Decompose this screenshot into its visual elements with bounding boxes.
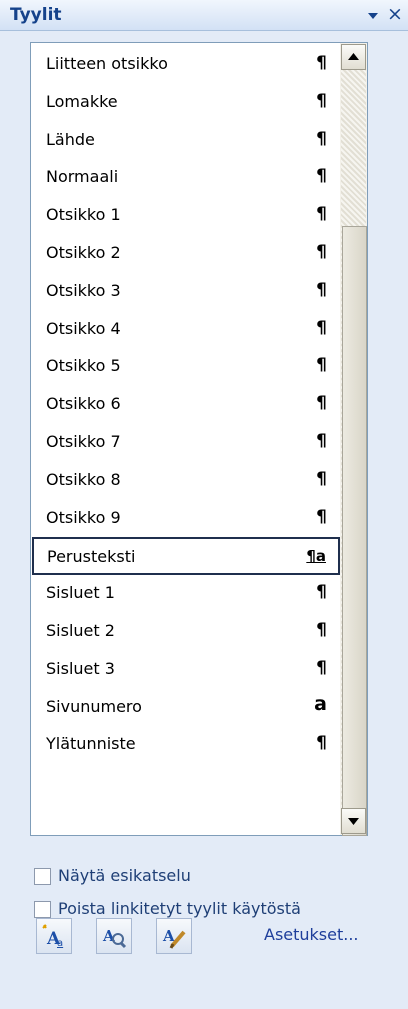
new-style-button[interactable]: A a [36,918,72,954]
close-icon[interactable]: × [386,4,404,24]
arrow-down-icon [348,818,359,825]
disable-linked-styles-checkbox[interactable] [34,901,51,918]
style-name-label: Otsikko 2 [46,243,121,262]
paragraph-style-icon: ¶ [316,733,327,754]
style-name-label: Otsikko 6 [46,394,121,414]
style-list-item[interactable]: Otsikko 8 ¶ [33,462,339,498]
scroll-up-button[interactable] [341,44,366,70]
style-list-item[interactable]: Otsikko 4 ¶ [33,311,339,347]
paragraph-style-icon: ¶ [316,128,327,149]
style-list-item[interactable]: Otsikko 3 ¶ [33,273,339,309]
paragraph-style-icon: ¶ [316,53,327,73]
linked-style-icon: ¶a [306,547,326,566]
paragraph-style-icon: ¶ [316,166,327,187]
style-name-label: Otsikko 9 [46,507,121,527]
style-list-item[interactable]: Otsikko 1 ¶ [33,197,339,233]
scroll-track[interactable] [341,70,367,836]
show-preview-label: Näytä esikatselu [58,866,191,885]
style-name-label: Ylätunniste [46,734,136,754]
options-link[interactable]: Asetukset... [264,925,359,944]
style-list-item[interactable]: Perusteksti ¶a [32,537,340,576]
style-name-label: Sivunumero [46,696,142,716]
pane-title: Tyylit [10,5,62,25]
vertical-scrollbar[interactable] [340,43,367,836]
show-preview-checkbox[interactable] [34,868,51,885]
paragraph-style-icon: ¶ [316,317,327,338]
dropdown-triangle-icon[interactable] [366,8,380,22]
style-list-item[interactable]: Otsikko 6 ¶ [33,386,339,422]
style-list-item[interactable]: Normaali ¶ [33,159,339,195]
style-list-item[interactable]: Sivunumero a [33,689,339,725]
style-name-label: Otsikko 7 [46,432,121,451]
style-list-item[interactable]: Liitteen otsikko ¶ [33,46,339,82]
new-style-icon: A a [42,924,63,949]
style-name-label: Lomakke [46,91,118,111]
paragraph-style-icon: ¶ [316,355,327,376]
style-name-label: Sisluet 3 [46,658,115,678]
style-list-item[interactable]: Otsikko 2 ¶ [33,235,339,271]
style-name-label: Otsikko 4 [46,318,121,338]
paragraph-style-icon: ¶ [316,242,327,262]
paragraph-style-icon: ¶ [316,657,327,678]
paragraph-style-icon: ¶ [316,506,327,527]
style-name-label: Lähde [46,129,95,149]
paragraph-style-icon: ¶ [316,620,327,640]
disable-linked-styles-label: Poista linkitetyt tyylit käytöstä [58,899,301,918]
style-name-label: Otsikko 5 [46,356,121,376]
styles-list[interactable]: Liitteen otsikko ¶ Lomakke ¶ Lähde ¶ Normaali ¶… [30,42,368,836]
paragraph-style-icon: ¶ [316,431,327,451]
style-list-item[interactable]: Sisluet 2 ¶ [33,613,339,649]
style-list-item[interactable]: Sisluet 3 ¶ [33,651,339,687]
manage-styles-icon: A [162,927,186,949]
paragraph-style-icon: ¶ [316,468,327,489]
style-list-item[interactable]: Otsikko 5 ¶ [33,348,339,384]
style-inspector-button[interactable]: A [96,918,132,954]
style-list-item[interactable]: Sisluet 1 ¶ [33,575,339,611]
pane-titlebar: Tyylit × [0,0,408,31]
style-name-label: Perusteksti [47,547,136,567]
styles-pane: Tyylit × Liitteen otsikko ¶ Lomakke ¶ Lähde ¶… [0,0,408,1009]
scroll-down-button[interactable] [341,808,366,834]
arrow-up-icon [348,53,359,60]
style-name-label: Normaali [46,167,119,187]
svg-text:a: a [57,938,63,949]
style-name-label: Sisluet 2 [46,621,115,640]
scroll-thumb[interactable] [342,226,367,836]
style-list-item[interactable]: Otsikko 9 ¶ [33,500,339,536]
paragraph-style-icon: ¶ [316,90,327,111]
style-list-item[interactable]: Lomakke ¶ [33,84,339,120]
style-list-item[interactable]: Lähde ¶ [33,122,339,158]
style-name-label: Otsikko 8 [46,469,121,489]
character-style-icon: a [314,692,327,715]
style-name-label: Sisluet 1 [46,583,115,603]
paragraph-style-icon: ¶ [316,582,327,603]
paragraph-style-icon: ¶ [316,393,327,414]
style-name-label: Liitteen otsikko [46,54,168,73]
paragraph-style-icon: ¶ [316,279,327,300]
style-name-label: Otsikko 3 [46,280,121,300]
style-list-item[interactable]: Otsikko 7 ¶ [33,424,339,460]
style-name-label: Otsikko 1 [46,205,121,225]
manage-styles-button[interactable]: A [156,918,192,954]
paragraph-style-icon: ¶ [316,204,327,225]
style-inspector-icon: A [102,927,127,949]
style-list-item[interactable]: Ylätunniste ¶ [33,726,339,762]
